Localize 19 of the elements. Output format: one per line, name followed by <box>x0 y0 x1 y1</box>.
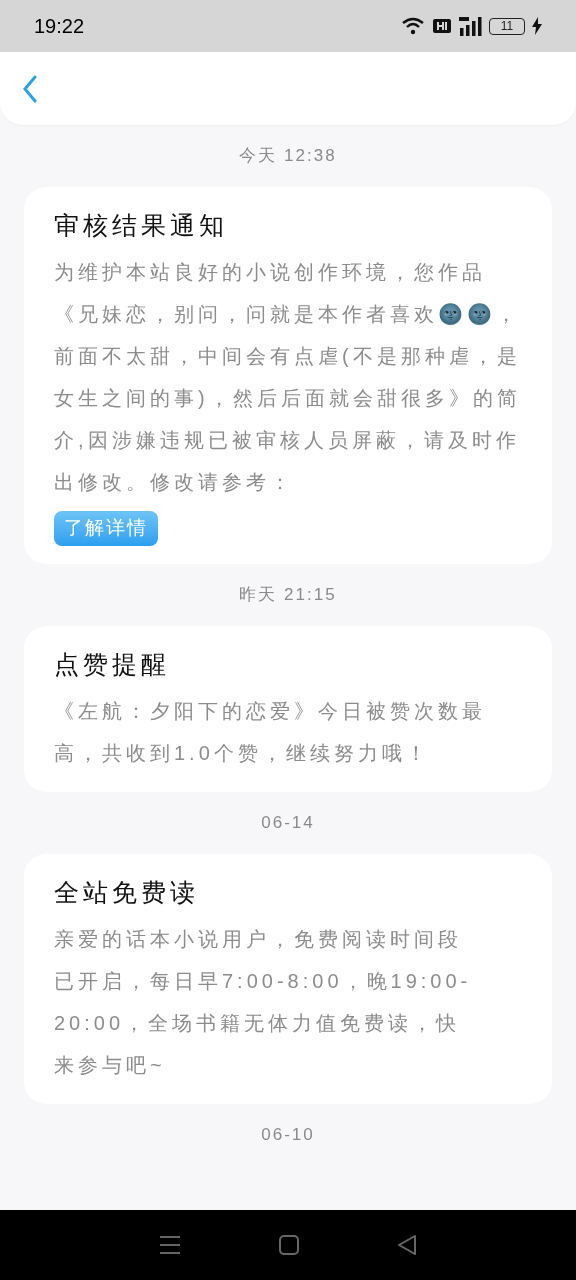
details-button[interactable]: 了解详情 <box>54 511 158 546</box>
message-body: 亲爱的话本小说用户，免费阅读时间段已开启，每日早7:00-8:00，晚19:00-20:00，全场书籍无体力值免费读，快来参与吧~ <box>54 927 473 1078</box>
message-title: 点赞提醒 <box>54 649 171 680</box>
battery-icon: 11 <box>489 17 525 35</box>
message-title: 全站免费读 <box>54 877 200 908</box>
message-body: 为维护本站良好的小说创作环境，您作品《兄妹恋，别问，问就是本作者喜欢🌚🌚，前面不太甜，中间会有点虐(不是那种虐，是女生之间的事)，然后后面就会甜很多》的简介,因涉嫌违规已被审核人员屏蔽，请及时作出修改。修改请参考： <box>54 260 522 495</box>
clock: 19:22 <box>34 14 85 39</box>
back-icon[interactable] <box>397 1234 417 1256</box>
charging-icon <box>532 17 542 35</box>
message-title: 审核结果通知 <box>54 210 229 241</box>
message-body: 《左航：夕阳下的恋爱》今日被赞次数最高，共收到1.0个赞，继续努力哦！ <box>54 699 487 766</box>
message-time: 06-10 <box>261 1124 315 1147</box>
signal-icon <box>458 16 482 36</box>
message-time: 06-14 <box>261 812 315 835</box>
wifi-icon <box>402 17 426 35</box>
home-icon[interactable] <box>279 1235 299 1255</box>
message-time: 今天 12:38 <box>239 145 337 168</box>
menu-icon[interactable] <box>159 1235 181 1255</box>
message-time: 昨天 21:15 <box>239 584 337 607</box>
